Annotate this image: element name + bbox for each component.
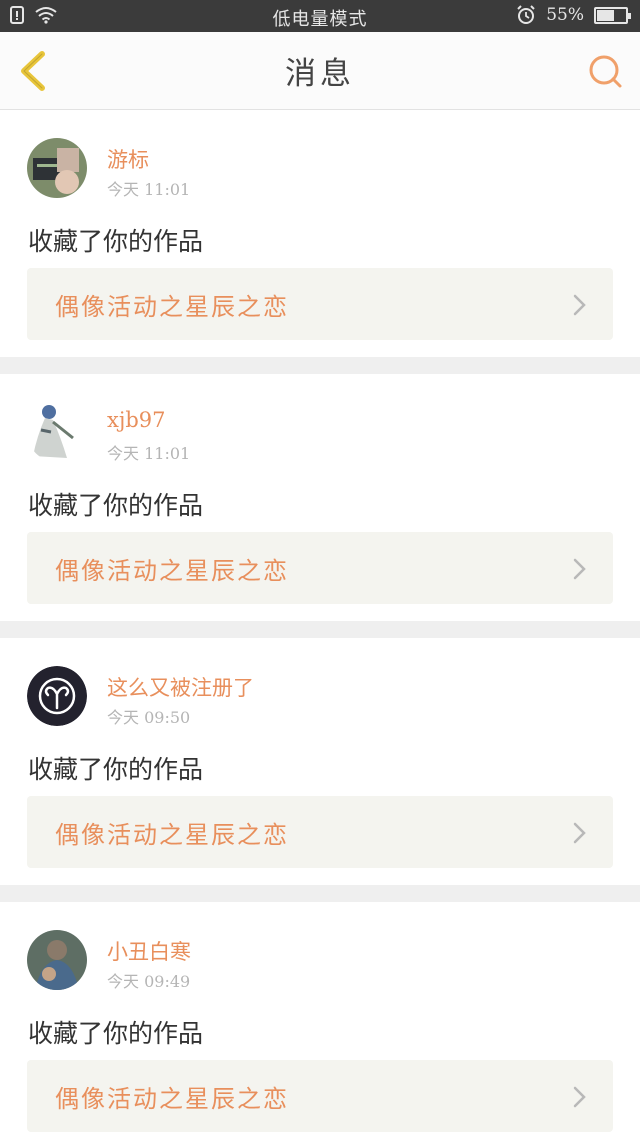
message-card: xjb97 今天 11:01 收藏了你的作品 偶像活动之星辰之恋 <box>0 374 640 621</box>
chevron-right-icon <box>573 294 586 316</box>
work-link[interactable]: 偶像活动之星辰之恋 <box>27 1060 613 1132</box>
photo-avatar-icon <box>27 138 87 198</box>
timestamp: 今天 09:49 <box>107 972 191 991</box>
message-card: 这么又被注册了 今天 09:50 收藏了你的作品 偶像活动之星辰之恋 <box>0 638 640 885</box>
page-title: 消息 <box>285 56 355 92</box>
chevron-right-icon <box>573 558 586 580</box>
chevron-right-icon <box>573 1086 586 1108</box>
username[interactable]: 小丑白寒 <box>107 936 191 966</box>
work-title: 偶像活动之星辰之恋 <box>55 820 289 849</box>
status-bar: 低电量模式 55% <box>0 0 640 32</box>
username[interactable]: 这么又被注册了 <box>107 672 254 702</box>
message-list: 游标 今天 11:01 收藏了你的作品 偶像活动之星辰之恋 xjb97 今天 1… <box>0 110 640 1138</box>
avatar[interactable] <box>27 402 87 462</box>
avatar[interactable] <box>27 666 87 726</box>
battery-level <box>597 9 614 21</box>
chevron-left-icon[interactable] <box>14 50 54 92</box>
timestamp: 今天 09:50 <box>107 708 191 727</box>
figure-avatar-icon <box>27 402 87 462</box>
work-title: 偶像活动之星辰之恋 <box>55 292 289 321</box>
username[interactable]: xjb97 <box>107 408 166 432</box>
action-text: 收藏了你的作品 <box>28 1019 204 1048</box>
username[interactable]: 游标 <box>107 144 149 174</box>
work-title: 偶像活动之星辰之恋 <box>55 1084 289 1113</box>
timestamp: 今天 11:01 <box>107 444 191 463</box>
message-card: 游标 今天 11:01 收藏了你的作品 偶像活动之星辰之恋 <box>0 110 640 357</box>
aries-avatar-icon <box>27 666 87 726</box>
status-right: 55% <box>516 5 631 25</box>
action-text: 收藏了你的作品 <box>28 227 204 256</box>
work-title: 偶像活动之星辰之恋 <box>55 556 289 585</box>
timestamp: 今天 11:01 <box>107 180 191 199</box>
work-link[interactable]: 偶像活动之星辰之恋 <box>27 796 613 868</box>
photo-avatar-icon <box>27 930 87 990</box>
battery-icon <box>594 6 631 24</box>
chevron-right-icon <box>573 822 586 844</box>
search-icon[interactable] <box>586 52 624 90</box>
work-link[interactable]: 偶像活动之星辰之恋 <box>27 268 613 340</box>
work-link[interactable]: 偶像活动之星辰之恋 <box>27 532 613 604</box>
nav-bar: 消息 <box>0 32 640 110</box>
alarm-icon <box>517 5 535 24</box>
avatar[interactable] <box>27 930 87 990</box>
battery-percent: 55% <box>546 5 584 25</box>
action-text: 收藏了你的作品 <box>28 755 204 784</box>
action-text: 收藏了你的作品 <box>28 491 204 520</box>
avatar[interactable] <box>27 138 87 198</box>
message-card: 小丑白寒 今天 09:49 收藏了你的作品 偶像活动之星辰之恋 <box>0 902 640 1138</box>
